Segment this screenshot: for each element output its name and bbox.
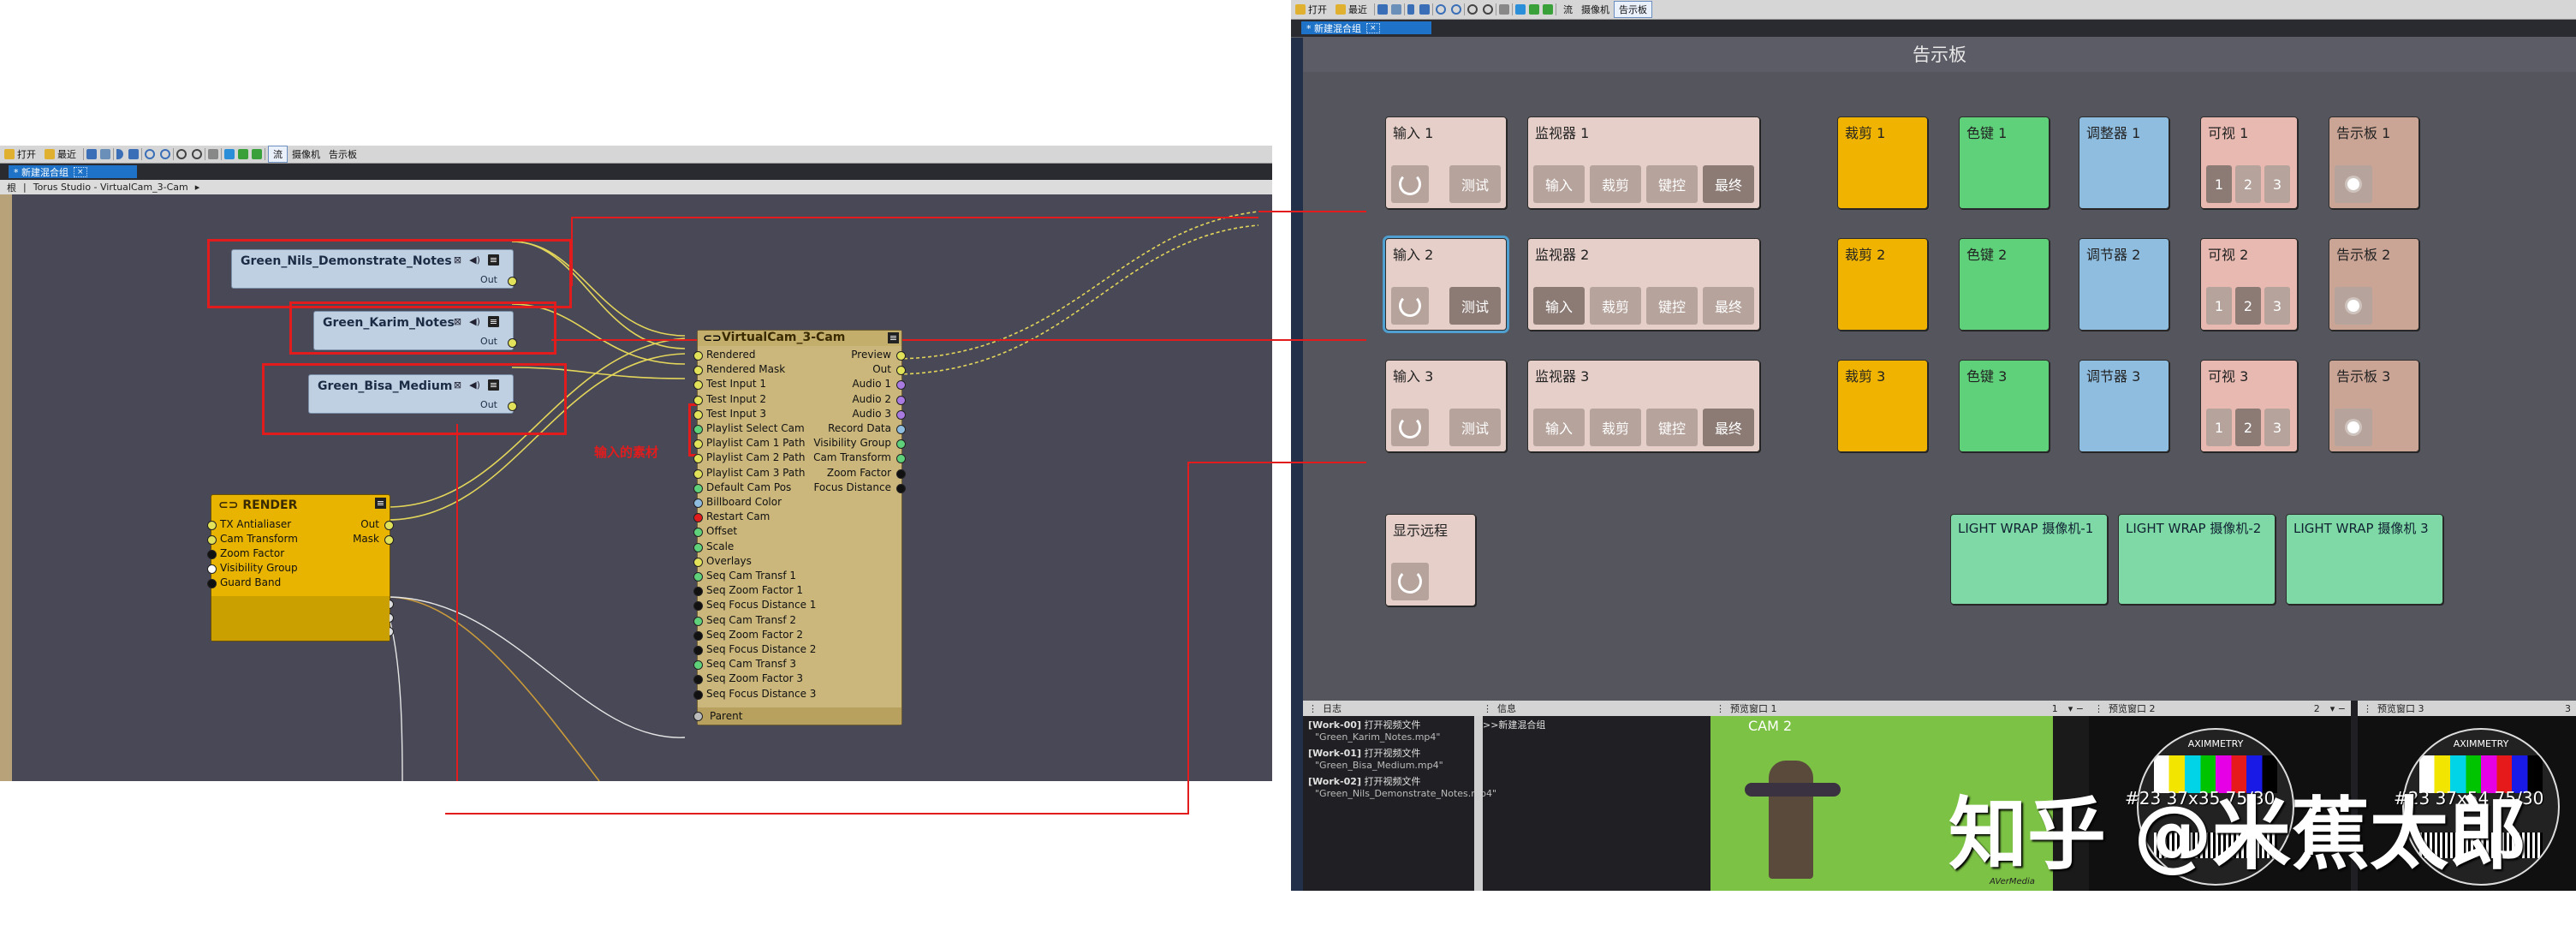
red-link-input-3 <box>445 462 1366 815</box>
watermark: 知乎 @米蕉太郎 <box>1948 789 2528 880</box>
